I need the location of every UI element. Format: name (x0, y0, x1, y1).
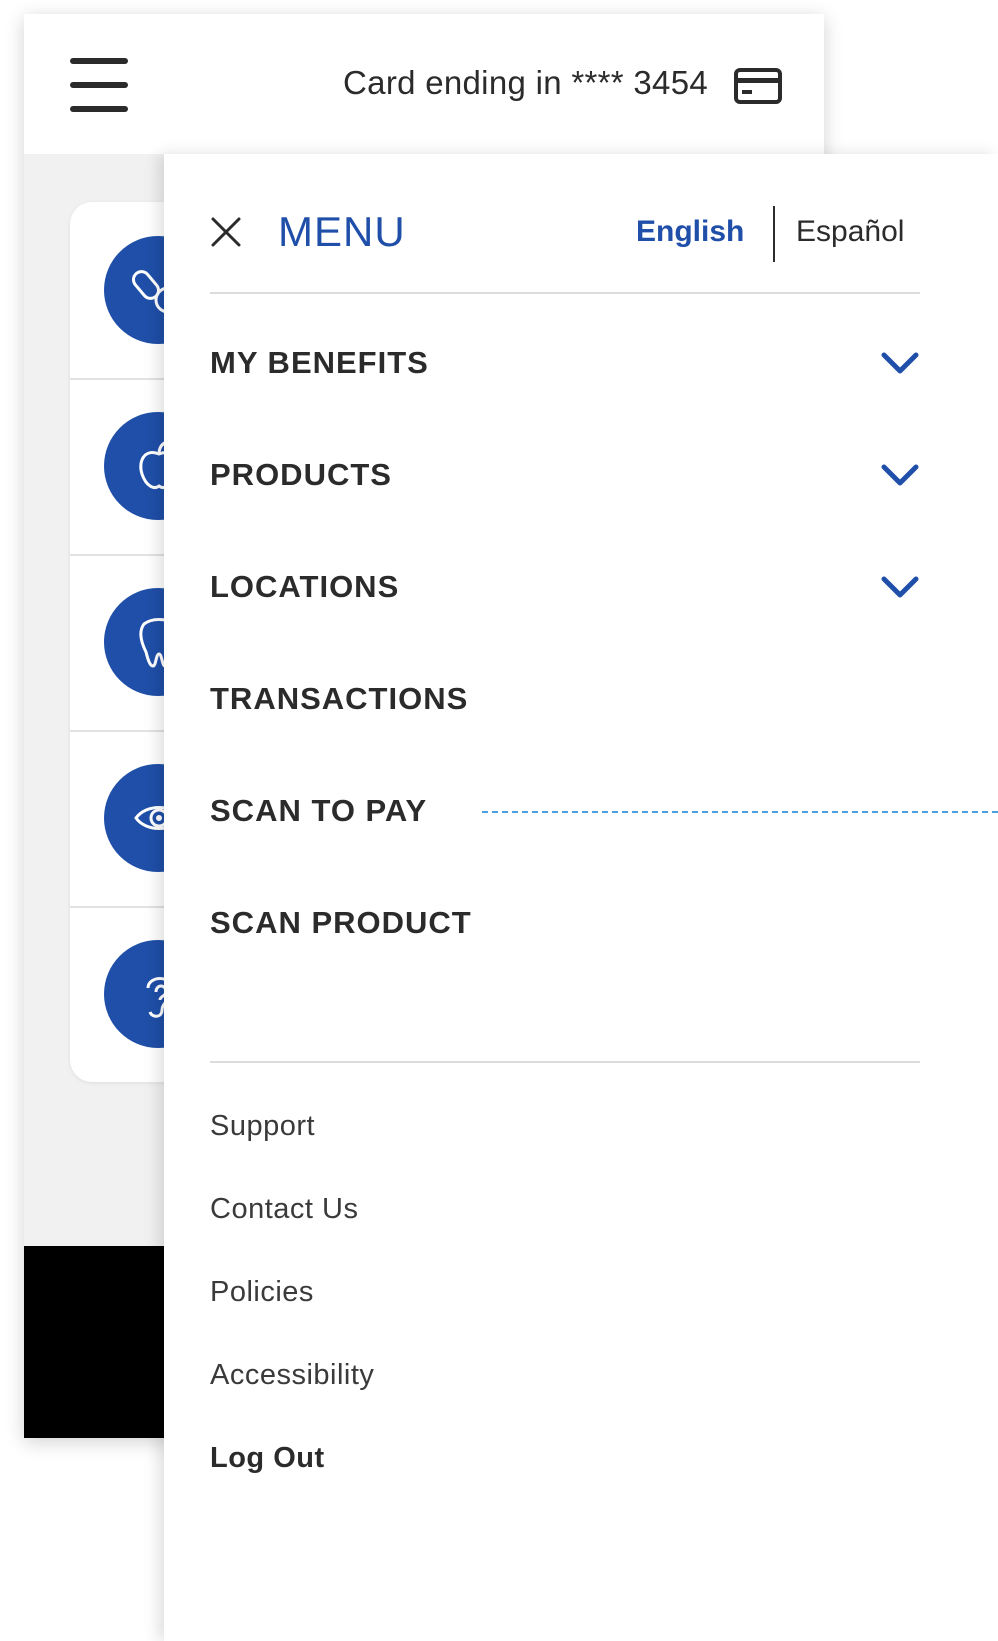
hamburger-menu-icon[interactable] (70, 58, 128, 114)
chevron-down-icon[interactable] (880, 463, 920, 487)
language-espanol-link[interactable]: Español (796, 215, 904, 249)
nav-item-scan-product[interactable]: SCAN PRODUCT (210, 893, 920, 953)
chevron-down-icon[interactable] (880, 575, 920, 599)
language-divider (773, 206, 775, 262)
menu-title: MENU (278, 208, 406, 255)
chevron-down-icon[interactable] (880, 351, 920, 375)
nav-item-locations[interactable]: LOCATIONS (210, 557, 920, 617)
support-link[interactable]: Support (210, 1110, 315, 1143)
nav-item-label: PRODUCTS (210, 457, 392, 492)
language-english-link[interactable]: English (636, 215, 744, 249)
nav-item-my-benefits[interactable]: MY BENEFITS (210, 333, 920, 393)
nav-item-label: SCAN PRODUCT (210, 905, 472, 940)
nav-item-label: TRANSACTIONS (210, 681, 469, 716)
menu-divider-bottom (210, 1061, 920, 1063)
menu-drawer: MENU English Español MY BENEFITS PRODUCT… (164, 154, 998, 1641)
nav-item-label: MY BENEFITS (210, 345, 429, 380)
nav-item-products[interactable]: PRODUCTS (210, 445, 920, 505)
log-out-link[interactable]: Log Out (210, 1442, 325, 1475)
card-ending-label: Card ending in **** 3454 (343, 64, 708, 101)
policies-link[interactable]: Policies (210, 1276, 314, 1309)
accessibility-link[interactable]: Accessibility (210, 1359, 374, 1392)
nav-item-label: SCAN TO PAY (210, 793, 428, 828)
credit-card-icon[interactable] (734, 68, 782, 104)
nav-item-transactions[interactable]: TRANSACTIONS (210, 669, 920, 729)
contact-us-link[interactable]: Contact Us (210, 1193, 358, 1226)
menu-divider-top (210, 292, 920, 294)
nav-item-label: LOCATIONS (210, 569, 400, 604)
menu-header: MENU English Español (210, 206, 920, 268)
close-icon[interactable] (210, 216, 242, 248)
callout-dashed-line (482, 811, 998, 813)
app-header: Card ending in **** 3454 (24, 14, 824, 154)
